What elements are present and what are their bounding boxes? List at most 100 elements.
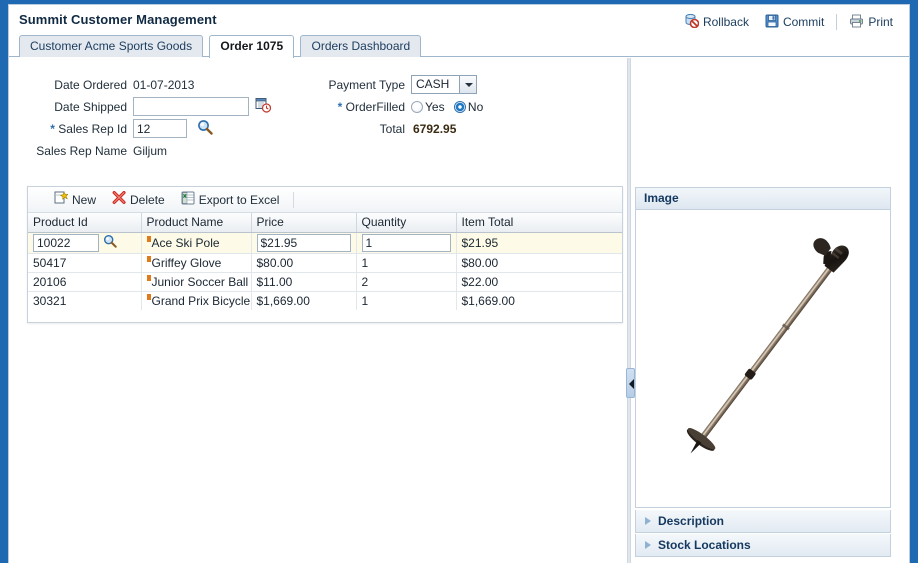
content-region: Date Ordered 01-07-2013 Date Shipped * S… xyxy=(9,58,909,563)
cell-product-id[interactable]: 20106 xyxy=(28,272,142,292)
cell-price[interactable]: $80.00 xyxy=(251,253,357,273)
tab-order-1075[interactable]: Order 1075 xyxy=(209,35,295,58)
radio-yes-icon xyxy=(411,101,423,113)
product-image xyxy=(636,210,890,507)
order-filled-radio-yes[interactable]: Yes xyxy=(411,100,448,114)
payment-type-label: Payment Type xyxy=(328,78,406,92)
cell-quantity[interactable]: 1 xyxy=(356,291,457,310)
column-header-product-name[interactable]: Product Name xyxy=(141,213,252,233)
cell-quantity[interactable]: 2 xyxy=(356,272,457,292)
accordion-description[interactable]: Description xyxy=(635,510,891,533)
delete-button[interactable]: Delete xyxy=(104,189,173,210)
total-label: Total xyxy=(379,122,405,136)
cell-item-total: $80.00 xyxy=(456,253,622,273)
title-bar: Summit Customer Management Rollback Comm… xyxy=(9,5,909,35)
sales-rep-id-label-text: Sales Rep Id xyxy=(58,122,127,136)
rollback-button[interactable]: Rollback xyxy=(676,11,757,33)
table-header-row: Product Id Product Name Price Quantity I… xyxy=(28,213,622,233)
print-label: Print xyxy=(868,15,893,29)
tab-strip: Customer Acme Sports Goods Order 1075 Or… xyxy=(9,35,909,58)
new-row-icon xyxy=(54,191,69,208)
chevron-right-icon xyxy=(645,517,651,525)
global-toolbar: Rollback Commit Print xyxy=(676,11,901,33)
printer-icon xyxy=(849,14,864,31)
cell-price[interactable]: $11.00 xyxy=(251,272,357,292)
radio-no-icon xyxy=(453,101,466,113)
tab-customer-acme-sports-goods[interactable]: Customer Acme Sports Goods xyxy=(19,35,204,57)
cell-price[interactable]: $1,669.00 xyxy=(251,291,357,310)
cell-price[interactable] xyxy=(251,232,357,254)
search-icon[interactable] xyxy=(103,234,117,251)
cell-quantity[interactable]: 1 xyxy=(356,253,457,273)
cell-product-id[interactable]: 50417 xyxy=(28,253,142,273)
cell-product-name: Ace Ski Pole xyxy=(141,232,252,254)
price-input[interactable] xyxy=(256,233,351,252)
table-row[interactable]: Ace Ski Pole $21.95 xyxy=(28,232,622,254)
order-form: Date Ordered 01-07-2013 Date Shipped * S… xyxy=(9,58,619,170)
save-icon xyxy=(765,14,779,31)
cell-product-name: Junior Soccer Ball xyxy=(141,272,252,292)
column-header-item-total[interactable]: Item Total xyxy=(456,213,622,233)
accordion-stock-locations-label: Stock Locations xyxy=(658,538,751,552)
print-button[interactable]: Print xyxy=(841,12,901,33)
chevron-down-icon[interactable] xyxy=(459,76,476,93)
ski-pole-photo xyxy=(636,218,890,499)
sales-rep-name-value: Giljum xyxy=(133,144,168,158)
column-header-price[interactable]: Price xyxy=(251,213,357,233)
dirty-marker-icon xyxy=(146,235,151,242)
order-items-panel: New Delete Export to Excel Product Id Pr… xyxy=(27,186,623,323)
detail-panels: Image Description Stock Locations xyxy=(635,187,891,561)
window-inner: Summit Customer Management Rollback Comm… xyxy=(8,4,910,563)
image-panel-title: Image xyxy=(636,188,890,210)
tab-orders-dashboard[interactable]: Orders Dashboard xyxy=(300,35,422,57)
payment-type-select[interactable]: CASH xyxy=(411,75,477,94)
cell-product-name: Grand Prix Bicycle xyxy=(141,291,252,310)
commit-label: Commit xyxy=(782,15,825,29)
table-toolbar: New Delete Export to Excel xyxy=(28,187,622,213)
date-shipped-input[interactable] xyxy=(133,97,249,116)
column-header-product-id[interactable]: Product Id xyxy=(28,213,142,233)
product-name-value: Griffey Glove xyxy=(151,255,222,270)
order-filled-no-label: No xyxy=(467,100,484,114)
date-ordered-value: 01-07-2013 xyxy=(133,78,195,92)
application-window: Summit Customer Management Rollback Comm… xyxy=(0,0,918,563)
panel-splitter[interactable] xyxy=(626,58,635,563)
commit-button[interactable]: Commit xyxy=(757,12,832,33)
export-to-excel-button[interactable]: Export to Excel xyxy=(173,189,288,210)
new-button[interactable]: New xyxy=(46,189,104,210)
splitter-collapse-handle[interactable] xyxy=(626,368,635,398)
product-id-input[interactable] xyxy=(33,233,99,252)
sales-rep-id-input[interactable] xyxy=(133,119,187,138)
accordion-description-label: Description xyxy=(658,514,725,528)
date-ordered-label: Date Ordered xyxy=(54,78,127,92)
order-filled-yes-label: Yes xyxy=(425,100,445,114)
column-header-quantity[interactable]: Quantity xyxy=(356,213,457,233)
table-row[interactable]: 20106 Junior Soccer Ball $11.00 2 $22.00 xyxy=(28,272,622,292)
export-label: Export to Excel xyxy=(198,192,280,207)
new-label: New xyxy=(72,192,97,207)
cell-quantity[interactable] xyxy=(356,232,457,254)
table-row[interactable]: 50417 Griffey Glove $80.00 1 $80.00 xyxy=(28,253,622,273)
cell-product-id[interactable]: 30321 xyxy=(28,291,142,310)
order-filled-radio-no[interactable]: No xyxy=(453,100,484,114)
required-marker: * xyxy=(50,122,55,136)
accordion-stock-locations[interactable]: Stock Locations xyxy=(635,534,891,557)
product-name-value: Junior Soccer Ball xyxy=(151,274,249,289)
total-value: 6792.95 xyxy=(413,122,457,136)
table-row[interactable]: 30321 Grand Prix Bicycle $1,669.00 1 $1,… xyxy=(28,291,622,310)
delete-label: Delete xyxy=(130,192,165,207)
quantity-input[interactable] xyxy=(361,233,451,252)
search-icon[interactable] xyxy=(197,119,213,138)
order-filled-label-text: OrderFilled xyxy=(345,100,405,114)
dirty-marker-icon xyxy=(146,255,151,262)
cell-item-total: $22.00 xyxy=(456,272,622,292)
order-items-table: Product Id Product Name Price Quantity I… xyxy=(28,213,622,310)
cell-product-id[interactable] xyxy=(28,232,142,254)
toolbar-divider xyxy=(836,14,838,30)
product-name-value: Grand Prix Bicycle xyxy=(151,293,251,308)
date-shipped-label: Date Shipped xyxy=(54,100,127,114)
image-panel: Image xyxy=(635,187,891,508)
calendar-picker-icon[interactable] xyxy=(255,97,272,116)
order-filled-label: * OrderFilled xyxy=(299,100,405,114)
product-name-value: Ace Ski Pole xyxy=(151,235,220,250)
